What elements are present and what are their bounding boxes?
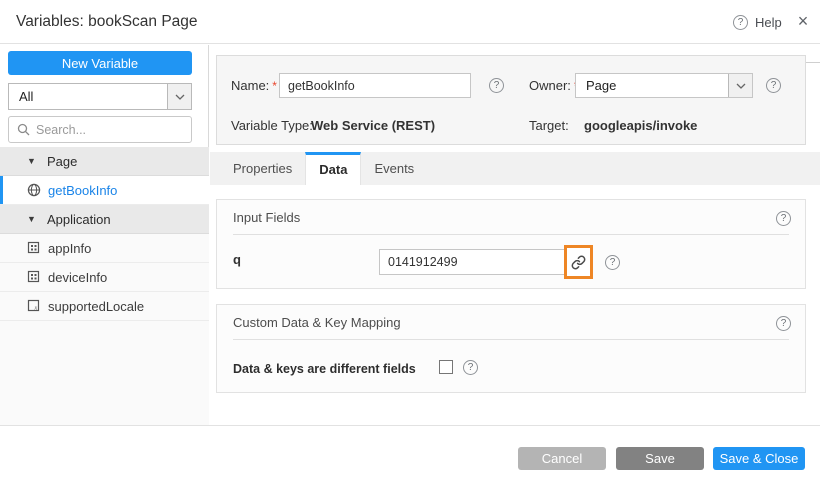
tree-item-deviceinfo[interactable]: deviceInfo	[0, 263, 209, 292]
filter-select-value: All	[19, 89, 34, 104]
input-fields-section: Input Fields ? q ?	[216, 199, 806, 289]
checkbox-help-icon[interactable]: ?	[463, 360, 478, 375]
help-label: Help	[755, 14, 782, 30]
name-input[interactable]	[279, 73, 471, 98]
save-button[interactable]: Save	[616, 447, 704, 470]
tree-item-label: deviceInfo	[48, 269, 108, 285]
detail-tabs: Properties Data Events	[210, 152, 820, 185]
section-divider	[233, 339, 789, 340]
field-q-input[interactable]	[379, 249, 567, 275]
custom-mapping-section: Custom Data & Key Mapping ? Data & keys …	[216, 304, 806, 393]
dialog-header: Variables: bookScan Page ? Help ×	[0, 0, 820, 44]
different-fields-checkbox[interactable]	[439, 360, 453, 374]
object-variable-icon	[27, 241, 41, 255]
field-q-label: q	[233, 252, 241, 267]
variable-type-label: Variable Type:	[231, 118, 313, 133]
variable-summary-panel: Name:* ? Owner:* Page ? Variable Type: W…	[216, 55, 806, 145]
locale-variable-icon: x	[27, 299, 41, 313]
tab-properties[interactable]: Properties	[220, 152, 305, 185]
name-help-icon[interactable]: ?	[489, 78, 504, 93]
variable-type-value: Web Service (REST)	[311, 118, 436, 133]
required-asterisk: *	[272, 79, 277, 93]
save-and-close-button[interactable]: Save & Close	[713, 447, 805, 470]
tree-group-label: Application	[47, 211, 111, 227]
section-title: Input Fields	[233, 210, 301, 225]
different-fields-label: Data & keys are different fields	[233, 362, 416, 376]
variables-sidebar: New Variable All ▼ Page getBookInfo ▼ Ap…	[0, 45, 209, 425]
tab-data[interactable]: Data	[305, 152, 362, 185]
cancel-button[interactable]: Cancel	[518, 447, 606, 470]
variables-tree: ▼ Page getBookInfo ▼ Application appInfo…	[0, 147, 209, 425]
owner-select-value: Page	[586, 78, 617, 93]
section-title: Custom Data & Key Mapping	[233, 315, 401, 330]
caret-down-icon: ▼	[27, 214, 36, 224]
tree-group-page[interactable]: ▼ Page	[0, 147, 209, 176]
name-label: Name: *	[231, 78, 277, 93]
search-icon	[17, 123, 30, 136]
new-variable-button[interactable]: New Variable	[8, 51, 192, 75]
page-title: Variables: bookScan Page	[16, 13, 198, 30]
annotation-highlight-box	[564, 245, 593, 279]
help-question-icon: ?	[733, 14, 748, 30]
section-help-icon[interactable]: ?	[776, 316, 791, 331]
tree-group-application[interactable]: ▼ Application	[0, 205, 209, 234]
web-service-icon	[27, 183, 41, 197]
close-icon[interactable]: ×	[791, 0, 815, 44]
search-box	[8, 116, 192, 143]
panel-edge-line	[806, 62, 820, 63]
owner-help-icon[interactable]: ?	[766, 78, 781, 93]
help-button[interactable]: ? Help	[733, 0, 782, 44]
section-help-icon[interactable]: ?	[776, 211, 791, 226]
tree-group-label: Page	[47, 153, 78, 169]
tree-item-supportedlocale[interactable]: x supportedLocale	[0, 292, 209, 321]
filter-select[interactable]: All	[8, 83, 192, 110]
caret-down-icon: ▼	[27, 156, 36, 166]
owner-label: Owner:*	[529, 72, 579, 100]
chevron-down-icon	[728, 74, 752, 97]
selected-indicator	[0, 176, 3, 204]
tree-item-label: getBookInfo	[48, 182, 118, 198]
tree-item-appinfo[interactable]: appInfo	[0, 234, 209, 263]
link-icon	[571, 255, 586, 270]
tree-item-label: supportedLocale	[48, 298, 145, 314]
assign-link-button[interactable]	[567, 248, 590, 276]
tree-item-label: appInfo	[48, 240, 92, 256]
target-value: googleapis/invoke	[584, 118, 698, 133]
field-q-help-icon[interactable]: ?	[605, 255, 620, 270]
tree-item-getbookinfo[interactable]: getBookInfo	[0, 176, 209, 205]
target-label: Target:	[529, 118, 569, 133]
tab-events[interactable]: Events	[361, 152, 427, 185]
chevron-down-icon	[167, 84, 191, 109]
object-variable-icon	[27, 270, 41, 284]
svg-text:x: x	[33, 305, 37, 311]
name-owner-row: Name:* ? Owner:* Page ?	[217, 72, 805, 99]
section-divider	[233, 234, 789, 235]
type-target-row: Variable Type: Web Service (REST) Target…	[217, 118, 805, 138]
search-input[interactable]	[36, 122, 183, 137]
owner-select[interactable]: Page	[575, 73, 753, 98]
footer-divider	[0, 425, 820, 426]
